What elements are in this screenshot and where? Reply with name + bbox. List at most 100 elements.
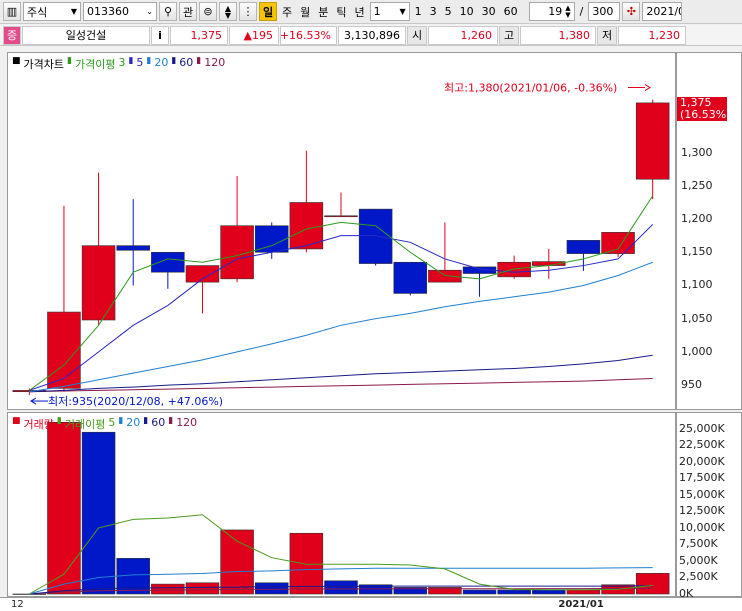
view-count-value: 19	[548, 5, 563, 18]
interval-10-button[interactable]: 10	[457, 2, 477, 21]
candle-body	[393, 261, 428, 294]
volume-tick-label: 5,000K	[679, 553, 718, 567]
volume-bar	[185, 582, 220, 595]
market-select[interactable]: 주식 ▼	[23, 2, 81, 21]
period-minute-button[interactable]: 분	[315, 2, 331, 21]
ma120-marker-icon: ▮	[196, 56, 202, 66]
legend-ma120: 120	[204, 56, 226, 69]
candle-body	[497, 261, 531, 278]
current-price-tag: 1,375 (16.53%)	[677, 96, 731, 121]
period-month-button[interactable]: 월	[297, 2, 313, 21]
low-price: 1,230	[618, 25, 686, 45]
market-tag: 증	[3, 25, 21, 45]
square-icon: ■	[12, 416, 21, 426]
legend-ma20: 20	[154, 56, 169, 69]
stock-code-input[interactable]: 013360 ⌄	[83, 2, 157, 21]
price-tick-label: 950	[681, 378, 702, 392]
volume-tick-label: 20,000K	[679, 454, 725, 468]
price-tick-label: 1,150	[681, 245, 713, 259]
time-tick-label: 2021/01	[558, 599, 604, 610]
ma60-marker-icon: ▮	[171, 56, 177, 66]
volume-tick-label: 15,000K	[679, 487, 725, 501]
volume-chart-panel[interactable]: ■ 거래량 ▮ 거래이평 5 ▮ 20 ▮ 60 ▮ 120	[7, 412, 676, 597]
stock-name: 일성건설	[22, 25, 150, 45]
price-tick-label: 1,100	[681, 278, 713, 292]
time-x-axis: 12 2021/01	[0, 597, 742, 611]
price-tick-label: 1,300	[681, 145, 713, 159]
chevron-down-icon: ▼	[399, 7, 406, 16]
ma3-marker-icon: ▮	[67, 56, 72, 66]
legend-ma60: 60	[179, 56, 194, 69]
view-count-stepper[interactable]: 19 ▲ ▼	[528, 2, 575, 21]
interval-5-button[interactable]: 5	[442, 2, 455, 21]
candle-body	[324, 215, 358, 218]
volume-bar	[47, 422, 81, 595]
vma120-marker-icon: ▮	[168, 416, 174, 426]
interval-30-button[interactable]: 30	[479, 2, 499, 21]
ma20-marker-icon: ▮	[146, 56, 152, 66]
volume-bar	[462, 589, 497, 595]
interval-3-button[interactable]: 3	[427, 2, 440, 21]
candle-body	[566, 240, 601, 254]
toolbar: ▥ 주식 ▼ 013360 ⌄ ⚲ 관 ⊜ ▲ ▼ ⋮ 일 주 월 분 틱 년 1…	[0, 0, 742, 24]
stepper-icon[interactable]: ▲ ▼	[219, 2, 237, 21]
volume-tick-label: 2,500K	[679, 570, 718, 584]
layout-icon[interactable]: ▥	[3, 2, 21, 21]
high-annotation-label: 최고:1,380(2021/01/06, -0.36%)	[444, 82, 617, 95]
volume-bar	[635, 573, 670, 595]
prev-icon[interactable]: ⋮	[239, 2, 257, 21]
volume-y-axis: 25,000K 22,500K 20,000K 17,500K 15,000K 12,50…	[676, 412, 742, 600]
volume-bar	[532, 589, 566, 595]
settings-icon[interactable]: ✣	[622, 2, 641, 21]
volume-chart-svg	[12, 422, 670, 595]
candle-body	[81, 245, 116, 321]
vma5-marker-icon: ▮	[56, 416, 62, 426]
ma20-line	[29, 261, 653, 393]
interval-60-button[interactable]: 60	[501, 2, 521, 21]
volume-tick-label: 25,000K	[679, 421, 725, 435]
related-button[interactable]: 관	[179, 2, 197, 21]
price-y-axis: 950 1,000 1,050 1,100 1,150 1,200 1,250 1,300 1,…	[676, 52, 742, 410]
search-icon[interactable]: ⚲	[159, 2, 177, 21]
legend-ma5: 5	[136, 56, 144, 69]
period-week-button[interactable]: 주	[279, 2, 295, 21]
interval-select[interactable]: 1 ▼	[369, 2, 410, 21]
stock-code-value: 013360	[87, 5, 129, 18]
legend-vma60: 60	[151, 416, 166, 429]
time-tick-label: 12	[11, 599, 24, 610]
legend-vma5: 5	[108, 416, 116, 429]
ma3-line	[29, 195, 654, 391]
legend-ma3: 3	[118, 56, 126, 69]
period-tick-button[interactable]: 틱	[333, 2, 349, 21]
price-chart-panel[interactable]: 최고:1,380(2021/01/06, -0.36%) 최저:935(2020/…	[7, 52, 676, 410]
period-year-button[interactable]: 년	[352, 2, 368, 21]
volume-bar	[220, 529, 254, 595]
low-annotation-label: 최저:935(2020/12/08, +47.06%)	[48, 395, 223, 408]
candle-body	[185, 265, 220, 283]
ma120-line	[29, 377, 653, 393]
candle-body	[47, 311, 81, 389]
market-select-value: 주식	[27, 5, 48, 19]
current-price-tag-rate: (16.53%)	[680, 107, 731, 121]
ma5-marker-icon: ▮	[128, 56, 134, 66]
price-ma-legend-title: 가격이평	[74, 58, 116, 71]
volume-bar	[12, 593, 47, 595]
price-tick-label: 1,000	[681, 344, 713, 358]
candle-body	[116, 245, 150, 251]
volume-ma-legend-title: 거래이평	[64, 418, 106, 431]
date-input[interactable]: 2021/0	[642, 2, 683, 21]
price-tick-label: 1,050	[681, 311, 713, 325]
volume: 3,130,896	[338, 25, 406, 45]
interval-1-button[interactable]: 1	[412, 2, 425, 21]
stepper-icon[interactable]: ▲ ▼	[565, 4, 570, 19]
total-count-input[interactable]: 300	[588, 2, 621, 21]
volume-bar	[289, 532, 324, 595]
info-button[interactable]: i	[151, 25, 169, 45]
volume-legend: ■ 거래량 ▮ 거래이평 5 ▮ 20 ▮ 60 ▮ 120	[12, 416, 197, 432]
open-label: 시	[407, 25, 427, 45]
slash-separator: /	[579, 5, 584, 18]
volume-bar	[81, 431, 116, 595]
refresh-icon[interactable]: ⊜	[199, 2, 217, 21]
period-day-button[interactable]: 일	[259, 2, 277, 21]
quote-bar: 증 일성건설 i 1,375 ▲195 +16.53% 3,130,896 시 …	[0, 25, 742, 46]
